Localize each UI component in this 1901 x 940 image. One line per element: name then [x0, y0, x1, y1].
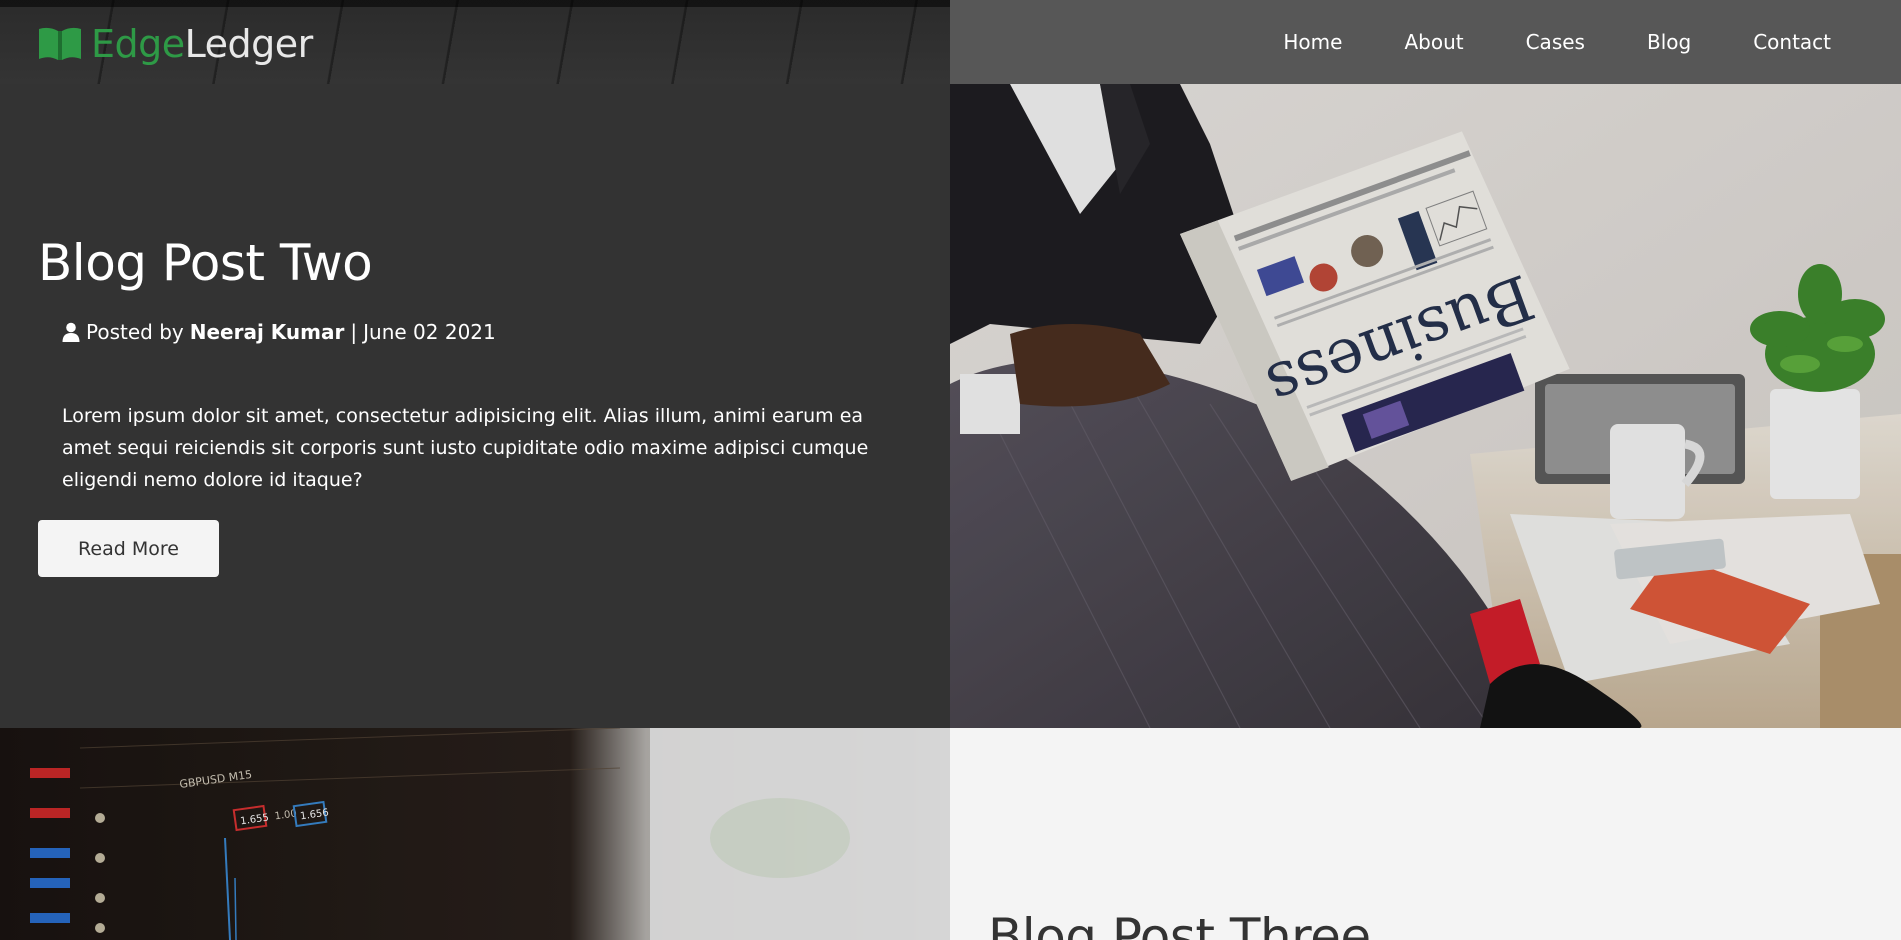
brand-name: EdgeLedger: [91, 22, 313, 66]
header-left-background: EdgeLedger: [0, 0, 950, 84]
brand-logo[interactable]: EdgeLedger: [37, 22, 313, 66]
blog-post-three-image: GBPUSD M15 1.655 1.00 1.656: [0, 728, 950, 940]
nav-about[interactable]: About: [1404, 30, 1463, 54]
post-author[interactable]: Neeraj Kumar: [190, 320, 345, 344]
posted-by-label: Posted by: [86, 320, 184, 344]
blog-post-two-text-panel: Blog Post Two Posted by Neeraj Kumar | J…: [0, 84, 950, 728]
nav-blog[interactable]: Blog: [1647, 30, 1691, 54]
brand-name-edge: Edge: [91, 22, 185, 66]
post-date: June 02 2021: [363, 320, 496, 344]
post-excerpt: Lorem ipsum dolor sit amet, consectetur …: [62, 405, 869, 491]
blog-post-three-text-panel: Blog Post Three: [950, 728, 1901, 940]
brand-name-ledger: Ledger: [184, 22, 314, 66]
header-right-background: Home About Cases Blog Contact: [950, 0, 1901, 84]
blog-post-two-image: Business: [950, 84, 1901, 728]
top-navigation-bar: EdgeLedger Home About Cases Blog Contact: [0, 0, 1901, 84]
post-meta: Posted by Neeraj Kumar | June 02 2021: [62, 320, 496, 344]
user-icon: [62, 322, 80, 342]
nav-contact[interactable]: Contact: [1753, 30, 1831, 54]
meta-separator: |: [350, 320, 358, 344]
post-three-title: Blog Post Three: [988, 908, 1371, 940]
trading-screen-image: GBPUSD M15 1.655 1.00 1.656: [0, 728, 950, 940]
businessman-reading-newspaper-image: Business: [950, 84, 1901, 728]
post-title: Blog Post Two: [38, 234, 373, 292]
read-more-button[interactable]: Read More: [38, 520, 219, 577]
open-book-icon: [39, 27, 81, 60]
nav-home[interactable]: Home: [1283, 30, 1342, 54]
main-nav: Home About Cases Blog Contact: [1221, 0, 1831, 84]
nav-cases[interactable]: Cases: [1526, 30, 1585, 54]
